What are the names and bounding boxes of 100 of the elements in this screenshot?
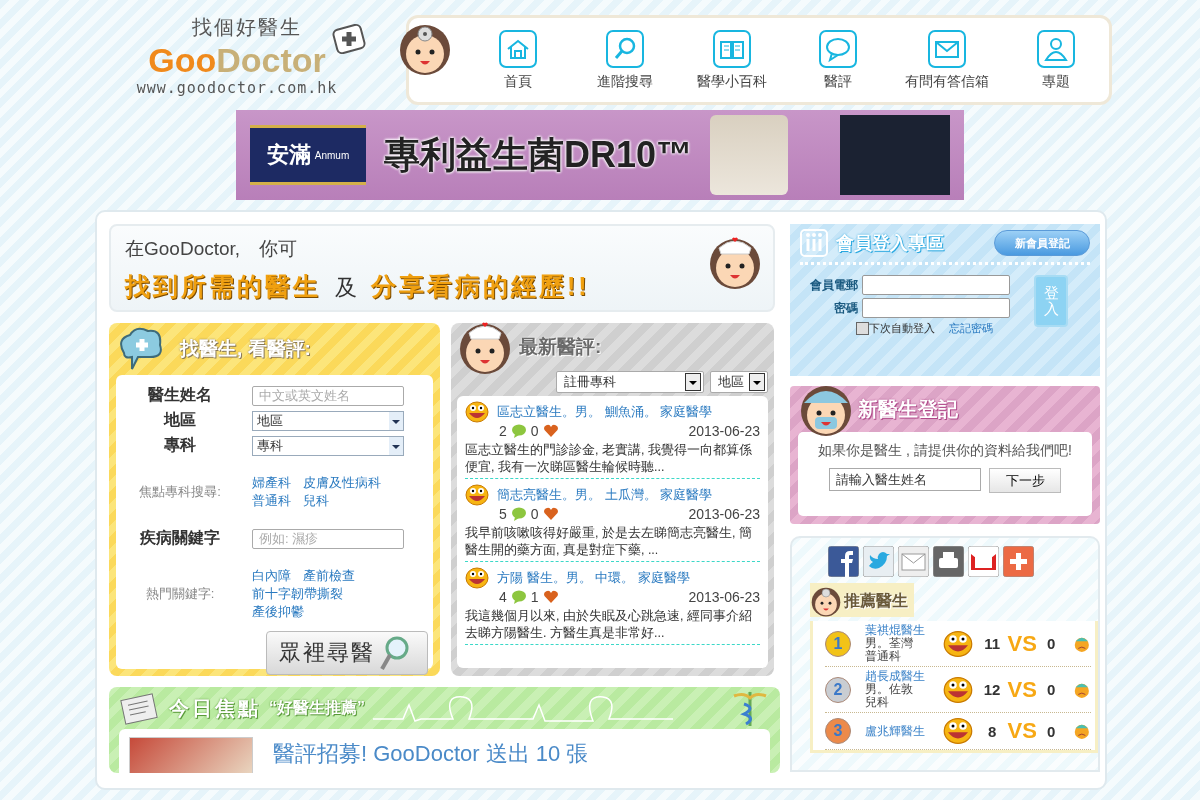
doctor-link[interactable]: 趙長成醫生 — [865, 670, 943, 683]
prompt-text: 如果你是醫生 , 請提供你的資料給我們吧! — [818, 442, 1072, 460]
dropdown[interactable]: 地區 — [252, 410, 404, 431]
rank-medal: 1 — [825, 630, 851, 657]
text-field[interactable]: 中文或英文姓名 — [252, 385, 404, 406]
panel-title: 會員登入專區 — [836, 232, 944, 255]
review-date: 2013-06-23 — [688, 506, 760, 522]
people-icon — [800, 229, 828, 257]
like-count: 0 — [530, 423, 539, 439]
email-field[interactable] — [862, 275, 1010, 295]
keyword-field[interactable]: 例如: 濕疹 — [252, 528, 404, 549]
field-label: 會員電郵 — [809, 276, 858, 294]
brand-name: 安滿 — [266, 141, 311, 169]
nav-link[interactable]: 進階搜尋 — [585, 29, 665, 91]
medical-kit-icon — [332, 22, 366, 54]
nav-link[interactable]: 專題 — [1015, 29, 1096, 91]
facebook-icon[interactable] — [828, 546, 859, 577]
doctor-link[interactable]: 簡志亮醫生。男。 土瓜灣。 家庭醫學 — [497, 486, 713, 504]
field-label: 地區 — [162, 410, 197, 430]
nav-link[interactable]: 醫學小百科 — [691, 29, 772, 91]
nurse-cartoon-drawing — [707, 234, 763, 290]
doctor-details: 男。荃灣 — [865, 637, 913, 650]
field-label: 密碼 — [833, 299, 858, 317]
doctor-link[interactable]: 盧兆輝醫生 — [865, 724, 943, 738]
doctor-cartoon-drawing — [810, 585, 842, 617]
panel-title: 推薦醫生 — [844, 590, 908, 611]
keyword-link[interactable]: 產後抑鬱 — [252, 603, 304, 621]
checkbox[interactable] — [856, 322, 869, 335]
doctor-specialty: 普通科 — [865, 650, 901, 663]
logo-wordmark: Doctor — [216, 41, 326, 79]
specialty-link[interactable]: 皮膚及性病科 — [303, 474, 381, 492]
field-label: 醫生姓名 — [147, 385, 213, 405]
field-label: 焦點專科搜尋: — [138, 483, 222, 501]
logo-tagline: 找個好醫生 — [192, 15, 302, 40]
panel-title: 找醫生, 看醫評: — [180, 337, 311, 361]
dropdown[interactable]: 專科 — [252, 435, 404, 456]
forgot-password-link[interactable]: 忘記密碼 — [949, 321, 993, 336]
panel-title: 最新醫評: — [519, 335, 602, 359]
intro-text: 及 — [335, 274, 357, 302]
logo-wordmark: Goo — [148, 41, 217, 79]
heart-icon — [542, 590, 559, 604]
brand-name: Anmum — [314, 149, 350, 161]
versus-text: VS — [1007, 718, 1037, 744]
comment-count: 4 — [499, 589, 507, 605]
versus-text: VS — [1007, 630, 1037, 657]
print-icon[interactable] — [933, 546, 964, 577]
review-excerpt: 我早前咳嗽咳得好嚴重, 於是去左睇簡志亮醫生, 簡醫生開的藥方面, 真是對症下藥, ... — [465, 525, 753, 559]
caret-icon — [685, 373, 701, 391]
speech-bubble-icon — [510, 590, 527, 604]
keyword-link[interactable]: 前十字韌帶撕裂 — [252, 585, 343, 603]
plus-icon[interactable] — [1003, 546, 1034, 577]
field-label: 熱門關鍵字: — [144, 585, 216, 603]
review-excerpt: 我這幾個月以來, 由於失眠及心跳急速, 經同事介紹去睇方陽醫生. 方醫生真是非常好... — [465, 608, 753, 642]
specialty-link[interactable]: 普通科 — [252, 492, 291, 510]
doctor-link[interactable]: 區志立醫生。男。 鰂魚涌。 家庭醫學 — [497, 403, 713, 421]
remember-checkbox[interactable]: 下次自動登入 — [856, 321, 935, 336]
rank-medal: 2 — [825, 676, 851, 703]
search-button[interactable]: 眾裡尋醫 — [266, 631, 428, 675]
speech-bubble-icon — [510, 507, 527, 521]
doctor-name-field[interactable]: 請輸入醫生姓名 — [829, 468, 981, 491]
doctor-link[interactable]: 方陽 醫生。男。 中環。 家庭醫學 — [497, 569, 690, 587]
ad-headline: 專利益生菌DR10™ — [384, 132, 693, 177]
bad-count: 0 — [1046, 681, 1057, 698]
heart-icon — [542, 507, 559, 521]
smiley-icon — [465, 484, 489, 506]
next-button[interactable]: 下一步 — [989, 468, 1061, 493]
search-icon — [606, 29, 644, 68]
intro-text: 在GooDoctor, 你可 — [125, 237, 299, 261]
speech-bubble-icon — [510, 424, 527, 438]
nav-link[interactable]: 首頁 — [478, 29, 559, 91]
dropdown[interactable]: 地區 — [710, 371, 768, 393]
field-label: 專科 — [163, 435, 197, 455]
search-icon — [379, 635, 409, 671]
caret-icon — [749, 373, 765, 391]
smiley-icon — [465, 567, 489, 589]
doctor-link[interactable]: 葉祺焜醫生 — [865, 624, 943, 637]
bad-count: 0 — [1046, 722, 1057, 740]
rank-medal: 3 — [825, 718, 851, 744]
smiley-icon — [465, 401, 489, 423]
comment-count: 2 — [499, 423, 507, 439]
doctor-specialty: 兒科 — [865, 696, 890, 709]
nav-link[interactable]: 有問有答信箱 — [904, 29, 989, 91]
specialty-link[interactable]: 兒科 — [303, 492, 329, 510]
specialty-link[interactable]: 婦產科 — [252, 474, 291, 492]
house-icon — [499, 29, 538, 68]
smiley-icon — [942, 628, 973, 659]
caret-icon — [389, 411, 403, 430]
field-label: 疾病關鍵字 — [139, 528, 221, 548]
review-date: 2013-06-23 — [688, 589, 760, 605]
panel-subtitle: “好醫生推薦” — [269, 697, 365, 718]
like-count: 1 — [530, 589, 539, 605]
review-excerpt: 區志立醫生的門診診金, 老實講, 我覺得一向都算係便宜, 我有一次睇區醫生輪候時聽... — [465, 442, 753, 476]
dropdown[interactable]: 註冊專科 — [556, 371, 704, 393]
keyword-link[interactable]: 產前檢查 — [303, 567, 355, 585]
keyword-link[interactable]: 白內障 — [252, 567, 291, 585]
nav-link[interactable]: 醫評 — [798, 29, 879, 91]
password-field[interactable] — [862, 298, 1010, 318]
comment-count: 5 — [499, 506, 507, 522]
intro-highlight: 找到所需的醫生 — [125, 271, 321, 302]
nurse-cartoon-drawing — [457, 319, 513, 375]
